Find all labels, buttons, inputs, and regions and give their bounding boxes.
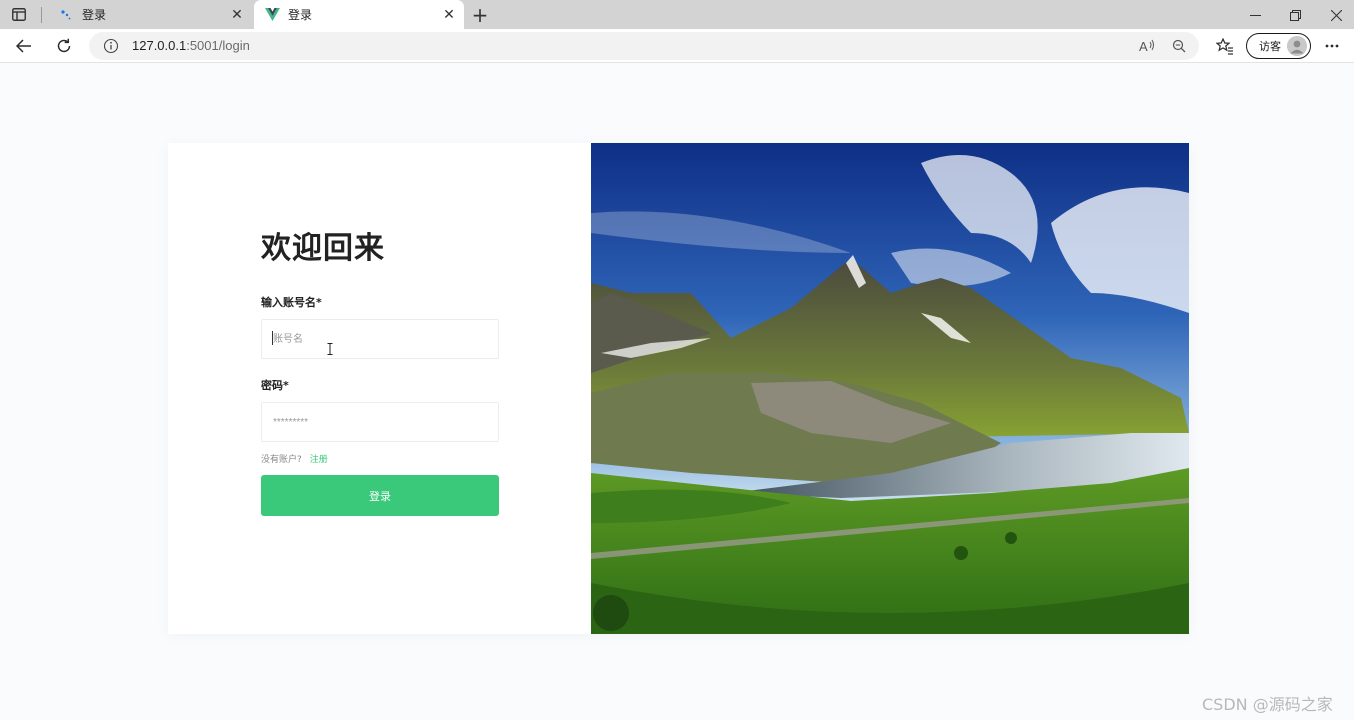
browser-toolbar: 127.0.0.1:5001/login A 访客 [0,29,1354,63]
reload-icon[interactable] [51,34,77,58]
url-host: 127.0.0.1 [132,38,187,53]
address-bar[interactable]: 127.0.0.1:5001/login A [89,32,1199,60]
restore-icon[interactable] [1284,4,1306,26]
account-label: 输入账号名* [261,296,322,309]
register-row: 没有账户? 注册 [261,452,328,465]
tab-title: 登录 [82,8,107,22]
no-account-text: 没有账户? [261,455,302,465]
profile-button[interactable]: 访客 [1246,33,1311,59]
site-info-icon[interactable] [103,38,119,54]
close-window-icon[interactable] [1325,4,1347,26]
page-title: 欢迎回来 [261,231,385,266]
password-label: 密码* [261,379,289,392]
url-path: :5001/login [186,38,250,53]
account-input[interactable] [261,319,499,359]
loading-favicon-icon [58,7,74,23]
tab-title: 登录 [288,8,313,22]
close-tab-icon[interactable]: ✕ [441,7,457,23]
zoom-icon[interactable] [1170,37,1188,55]
back-icon[interactable] [11,34,37,58]
url-text: 127.0.0.1:5001/login [132,38,250,53]
tab-strip: 登录 ✕ 登录 ✕ + [0,0,1354,29]
landscape-image [591,143,1189,634]
new-tab-icon[interactable]: + [470,5,490,25]
tab-actions-icon[interactable] [10,6,28,23]
profile-label: 访客 [1259,40,1281,53]
read-aloud-icon[interactable]: A [1139,37,1157,55]
register-link[interactable]: 注册 [310,455,328,465]
avatar-icon [1287,36,1307,56]
tab-inactive[interactable]: 登录 ✕ [48,0,252,29]
login-form: 欢迎回来 输入账号名* 密码* 没有账户? 注册 登录 [168,143,591,634]
text-caret [272,331,273,345]
login-card: 欢迎回来 输入账号名* 密码* 没有账户? 注册 登录 [168,143,1189,634]
watermark-text: CSDN @源码之家 [1202,695,1333,714]
tab-separator [41,7,42,23]
login-button[interactable]: 登录 [261,475,499,516]
ibeam-cursor-icon [326,340,334,355]
password-input[interactable] [261,402,499,442]
more-options-icon[interactable] [1319,34,1345,58]
close-tab-icon[interactable]: ✕ [229,7,245,23]
minimize-icon[interactable] [1244,4,1266,26]
svg-text:A: A [1139,39,1148,53]
favorites-icon[interactable] [1212,34,1238,58]
tab-active[interactable]: 登录 ✕ [254,0,464,29]
vue-logo-icon [264,7,280,23]
